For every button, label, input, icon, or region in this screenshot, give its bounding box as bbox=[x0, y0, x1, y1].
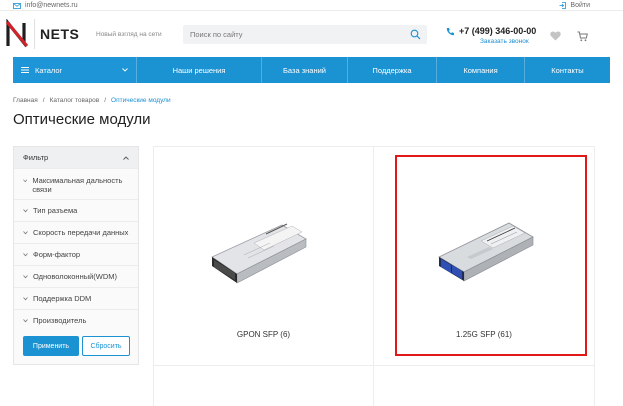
nav-catalog-label: Каталог bbox=[35, 65, 63, 75]
filter-item-wdm[interactable]: Одноволоконный(WDM) bbox=[14, 265, 138, 287]
login-link[interactable]: Войти bbox=[559, 0, 590, 11]
grid-divider bbox=[153, 365, 595, 366]
menu-icon bbox=[21, 67, 29, 73]
filter-item-label: Скорость передачи данных bbox=[33, 228, 129, 237]
chevron-up-icon bbox=[123, 155, 129, 160]
breadcrumb-separator: / bbox=[42, 97, 45, 104]
phone[interactable]: +7 (499) 346-00-00 bbox=[446, 26, 536, 36]
chevron-down-icon bbox=[23, 319, 28, 323]
header: NETS Новый взгляд на сети Поиск по сайту… bbox=[0, 12, 623, 56]
slogan: Новый взгляд на сети bbox=[96, 31, 162, 38]
chevron-down-icon bbox=[23, 253, 28, 257]
chevron-down-icon bbox=[122, 68, 128, 72]
breadcrumb-catalog[interactable]: Каталог товаров bbox=[50, 97, 100, 104]
nav-contacts[interactable]: Контакты bbox=[525, 57, 610, 83]
filter-item-label: Тип разъема bbox=[33, 206, 78, 215]
filter-item-vendor[interactable]: Производитель bbox=[14, 309, 138, 331]
breadcrumb-home[interactable]: Главная bbox=[13, 97, 38, 104]
logo-text: NETS bbox=[40, 26, 80, 42]
nav-knowledge-base[interactable]: База знаний bbox=[262, 57, 348, 83]
phone-icon bbox=[446, 27, 454, 35]
filter-item-form-factor[interactable]: Форм-фактор bbox=[14, 243, 138, 265]
search-input[interactable]: Поиск по сайту bbox=[183, 25, 427, 44]
breadcrumb-separator: / bbox=[104, 97, 107, 104]
filter-item-distance[interactable]: Максимальная дальность связи bbox=[14, 168, 138, 199]
filter-item-connector[interactable]: Тип разъема bbox=[14, 199, 138, 221]
chevron-down-icon bbox=[23, 209, 28, 213]
filter-item-label: Поддержка DDM bbox=[33, 294, 92, 303]
email-text: info@newnets.ru bbox=[25, 2, 78, 9]
login-text: Войти bbox=[570, 2, 590, 9]
filter-item-speed[interactable]: Скорость передачи данных bbox=[14, 221, 138, 243]
filter-title: Фильтр bbox=[23, 153, 49, 162]
phone-number: +7 (499) 346-00-00 bbox=[459, 26, 537, 36]
chevron-down-icon bbox=[23, 231, 28, 235]
highlight-box bbox=[395, 155, 587, 356]
mail-icon bbox=[13, 2, 21, 9]
nav-company[interactable]: Компания bbox=[437, 57, 525, 83]
chevron-down-icon bbox=[23, 275, 28, 279]
apply-button[interactable]: Применить bbox=[23, 336, 79, 356]
logo-divider bbox=[34, 19, 35, 49]
cart-icon[interactable] bbox=[577, 31, 588, 42]
heart-icon[interactable] bbox=[550, 31, 561, 41]
chevron-down-icon bbox=[23, 297, 28, 301]
reset-button[interactable]: Сбросить bbox=[82, 336, 130, 356]
filter-item-label: Производитель bbox=[33, 316, 87, 325]
product-name[interactable]: GPON SFP (6) bbox=[154, 330, 373, 339]
nav-support[interactable]: Поддержка bbox=[348, 57, 437, 83]
email-link[interactable]: info@newnets.ru bbox=[13, 0, 78, 11]
sfp-module-image bbox=[211, 223, 307, 284]
grid-divider bbox=[594, 146, 595, 406]
nav-solutions[interactable]: Наши решения bbox=[137, 57, 262, 83]
logo[interactable]: NETS bbox=[5, 17, 85, 51]
main-nav: Каталог Наши решения База знаний Поддерж… bbox=[13, 57, 610, 83]
breadcrumb: Главная / Каталог товаров / Оптические м… bbox=[13, 97, 171, 104]
filter-item-label: Форм-фактор bbox=[33, 250, 81, 259]
search-placeholder: Поиск по сайту bbox=[190, 30, 243, 39]
nav-catalog[interactable]: Каталог bbox=[13, 57, 137, 83]
top-bar: info@newnets.ru Войти bbox=[0, 0, 623, 11]
filter-panel: Фильтр Максимальная дальность связи Тип … bbox=[13, 146, 139, 365]
chevron-down-icon bbox=[23, 179, 28, 183]
breadcrumb-current: Оптические модули bbox=[111, 97, 171, 104]
product-card-gpon[interactable]: GPON SFP (6) bbox=[154, 147, 373, 365]
filter-header[interactable]: Фильтр bbox=[14, 147, 138, 168]
filter-item-label: Максимальная дальность связи bbox=[32, 176, 123, 194]
filter-buttons: Применить Сбросить bbox=[23, 336, 130, 356]
callback-link[interactable]: Заказать звонок bbox=[480, 38, 529, 45]
login-icon bbox=[559, 2, 567, 9]
filter-item-ddm[interactable]: Поддержка DDM bbox=[14, 287, 138, 309]
filter-item-label: Одноволоконный(WDM) bbox=[33, 272, 118, 281]
search-icon[interactable] bbox=[410, 29, 421, 40]
page-title: Оптические модули bbox=[13, 111, 151, 128]
logo-mark-icon bbox=[5, 19, 29, 48]
